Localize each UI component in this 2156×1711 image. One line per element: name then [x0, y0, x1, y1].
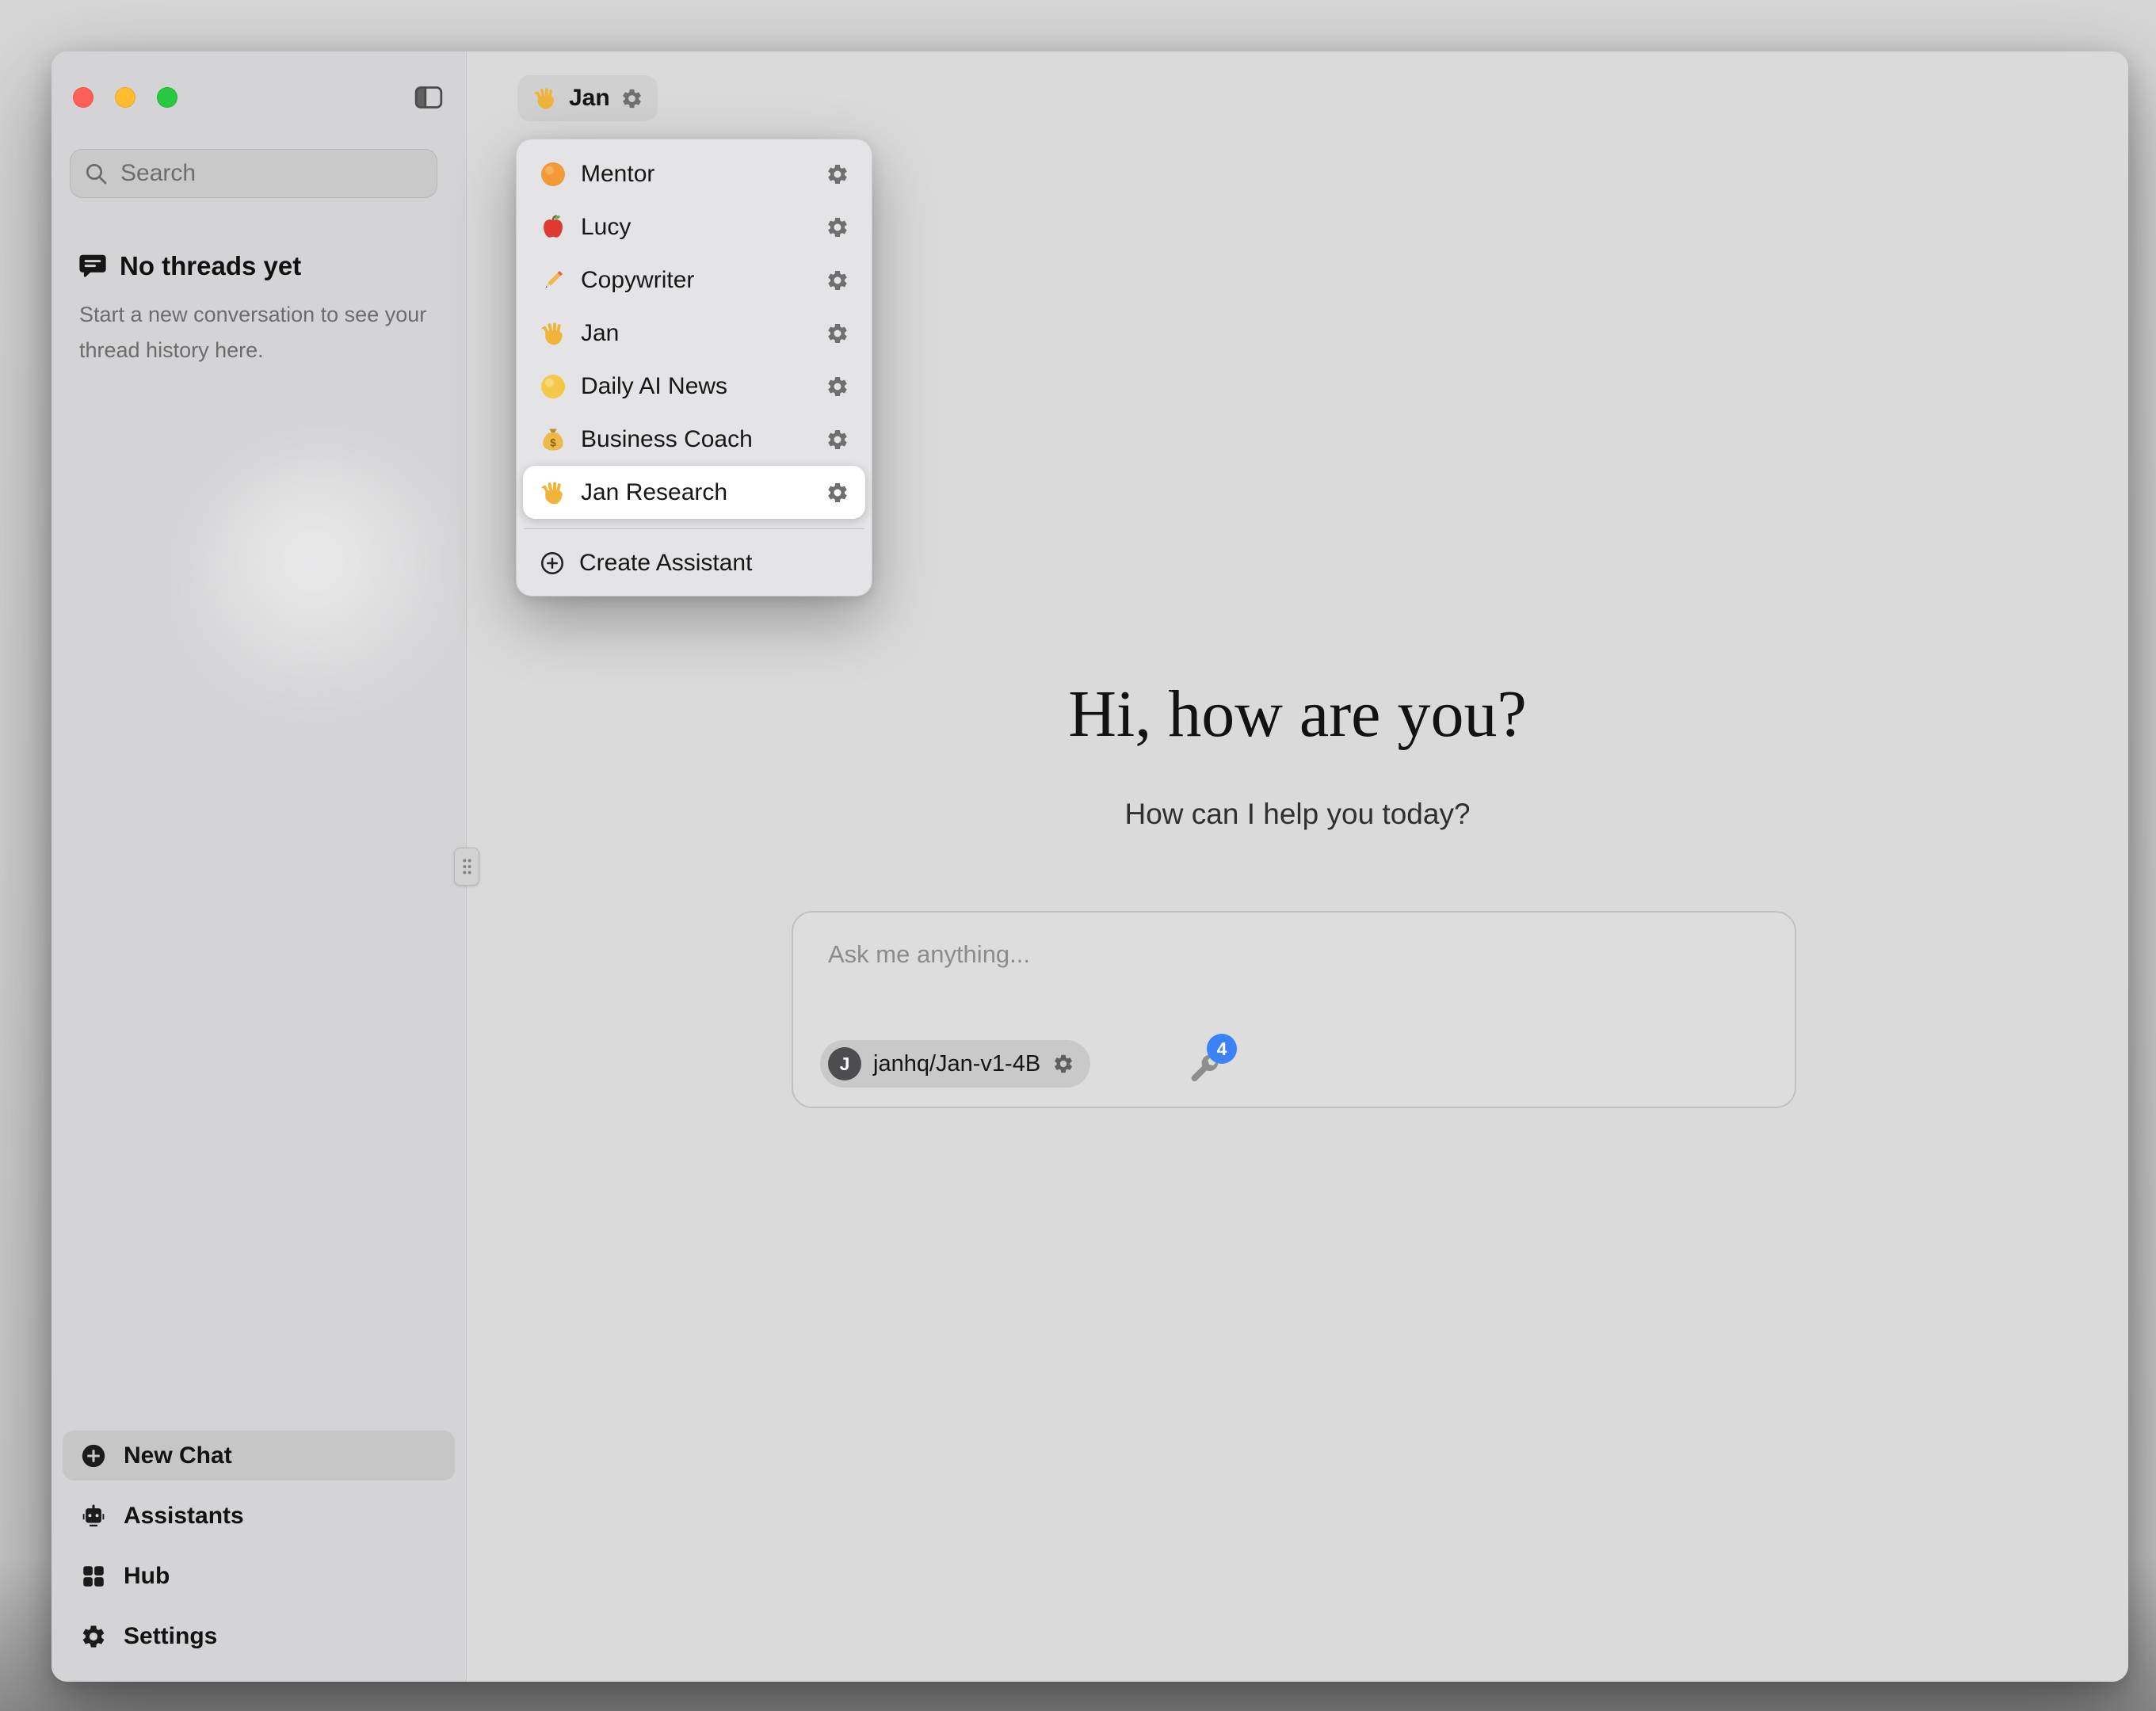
gear-icon[interactable]: [826, 375, 849, 398]
minimize-button[interactable]: [115, 87, 135, 108]
money-bag-icon: $: [539, 425, 567, 454]
assistants-icon: [80, 1503, 107, 1530]
plus-circle-icon: [80, 1442, 107, 1469]
gear-icon[interactable]: [826, 162, 849, 186]
assistant-menu-item-business-coach[interactable]: $ Business Coach: [523, 413, 865, 466]
gear-icon[interactable]: [826, 215, 849, 239]
sidebar: No threads yet Start a new conversation …: [52, 51, 467, 1682]
greeting-subtitle: How can I help you today?: [467, 798, 2128, 831]
wave-hand-icon: [539, 478, 567, 507]
gear-icon[interactable]: [826, 269, 849, 292]
sidebar-resize-handle[interactable]: [454, 848, 479, 886]
sidebar-item-label: Hub: [124, 1563, 170, 1590]
plus-circle-outline-icon: [539, 550, 566, 577]
window-controls: [73, 87, 177, 108]
search-icon: [83, 161, 109, 186]
assistant-menu-item-daily-ai-news[interactable]: Daily AI News: [523, 360, 865, 413]
tools-button[interactable]: 4: [1186, 1034, 1243, 1086]
sidebar-item-assistants[interactable]: Assistants: [63, 1491, 455, 1541]
create-assistant-label: Create Assistant: [579, 550, 752, 577]
assistant-menu-item-lucy[interactable]: Lucy: [523, 200, 865, 253]
sidebar-toggle-button[interactable]: [411, 80, 446, 115]
sidebar-item-settings[interactable]: Settings: [63, 1611, 455, 1661]
gear-icon[interactable]: [826, 322, 849, 345]
assistant-menu-item-label: Business Coach: [581, 426, 753, 453]
model-selector[interactable]: J janhq/Jan-v1-4B: [820, 1040, 1090, 1088]
assistant-menu-item-label: Jan: [581, 320, 619, 347]
assistant-menu-item-jan-research[interactable]: Jan Research: [523, 466, 865, 519]
orange-circle-icon: [539, 160, 567, 189]
sidebar-toggle-icon: [413, 82, 445, 113]
assistant-menu-item-mentor[interactable]: Mentor: [523, 147, 865, 200]
composer: J janhq/Jan-v1-4B 4: [792, 911, 1796, 1108]
main-area: Jan Mentor Lucy Copywriter Jan: [467, 51, 2128, 1682]
greeting-title: Hi, how are you?: [467, 676, 2128, 753]
apple-icon: [539, 213, 567, 242]
assistant-menu-item-label: Copywriter: [581, 267, 694, 294]
search-field[interactable]: [70, 149, 437, 198]
close-button[interactable]: [73, 87, 93, 108]
assistant-menu-item-label: Daily AI News: [581, 373, 727, 400]
model-avatar: J: [828, 1047, 861, 1080]
gear-icon[interactable]: [826, 481, 849, 505]
create-assistant-button[interactable]: Create Assistant: [523, 539, 865, 588]
empty-state-title: No threads yet: [120, 251, 301, 281]
assistant-menu-item-jan[interactable]: Jan: [523, 307, 865, 360]
model-settings-icon[interactable]: [1052, 1053, 1074, 1075]
wave-hand-icon: [539, 319, 567, 348]
tools-count-badge: 4: [1207, 1034, 1237, 1064]
zoom-button[interactable]: [157, 87, 177, 108]
assistant-menu-item-label: Mentor: [581, 161, 654, 188]
assistant-menu-item-label: Jan Research: [581, 479, 727, 506]
wave-hand-icon: [532, 85, 559, 112]
model-name: janhq/Jan-v1-4B: [873, 1051, 1040, 1077]
assistant-selector[interactable]: Jan: [517, 75, 658, 121]
sidebar-item-hub[interactable]: Hub: [63, 1551, 455, 1601]
sidebar-item-label: New Chat: [124, 1442, 232, 1469]
yellow-circle-icon: [539, 372, 567, 401]
sidebar-item-label: Assistants: [124, 1503, 244, 1530]
gear-icon[interactable]: [826, 428, 849, 452]
sidebar-item-label: Settings: [124, 1623, 217, 1650]
empty-state: No threads yet Start a new conversation …: [78, 251, 436, 368]
assistant-settings-icon[interactable]: [620, 87, 643, 110]
assistant-menu-item-label: Lucy: [581, 214, 631, 241]
svg-text:$: $: [550, 436, 556, 448]
sidebar-nav: New Chat Assistants Hub Settings: [63, 1431, 455, 1661]
app-window: No threads yet Start a new conversation …: [52, 51, 2128, 1682]
assistant-menu-item-copywriter[interactable]: Copywriter: [523, 253, 865, 307]
current-assistant-name: Jan: [569, 85, 610, 112]
sidebar-item-new-chat[interactable]: New Chat: [63, 1431, 455, 1480]
threads-icon: [78, 251, 108, 281]
hub-grid-icon: [80, 1563, 107, 1590]
menu-divider: [525, 528, 864, 529]
message-input[interactable]: [826, 939, 1761, 970]
decorative-blob: [190, 452, 464, 725]
search-input[interactable]: [119, 159, 424, 188]
grip-dots-icon: [461, 856, 473, 877]
empty-state-subtitle: Start a new conversation to see your thr…: [79, 297, 428, 368]
pencil-icon: [539, 266, 567, 295]
assistant-menu: Mentor Lucy Copywriter Jan Daily AI News: [516, 139, 872, 596]
gear-icon: [80, 1623, 107, 1650]
